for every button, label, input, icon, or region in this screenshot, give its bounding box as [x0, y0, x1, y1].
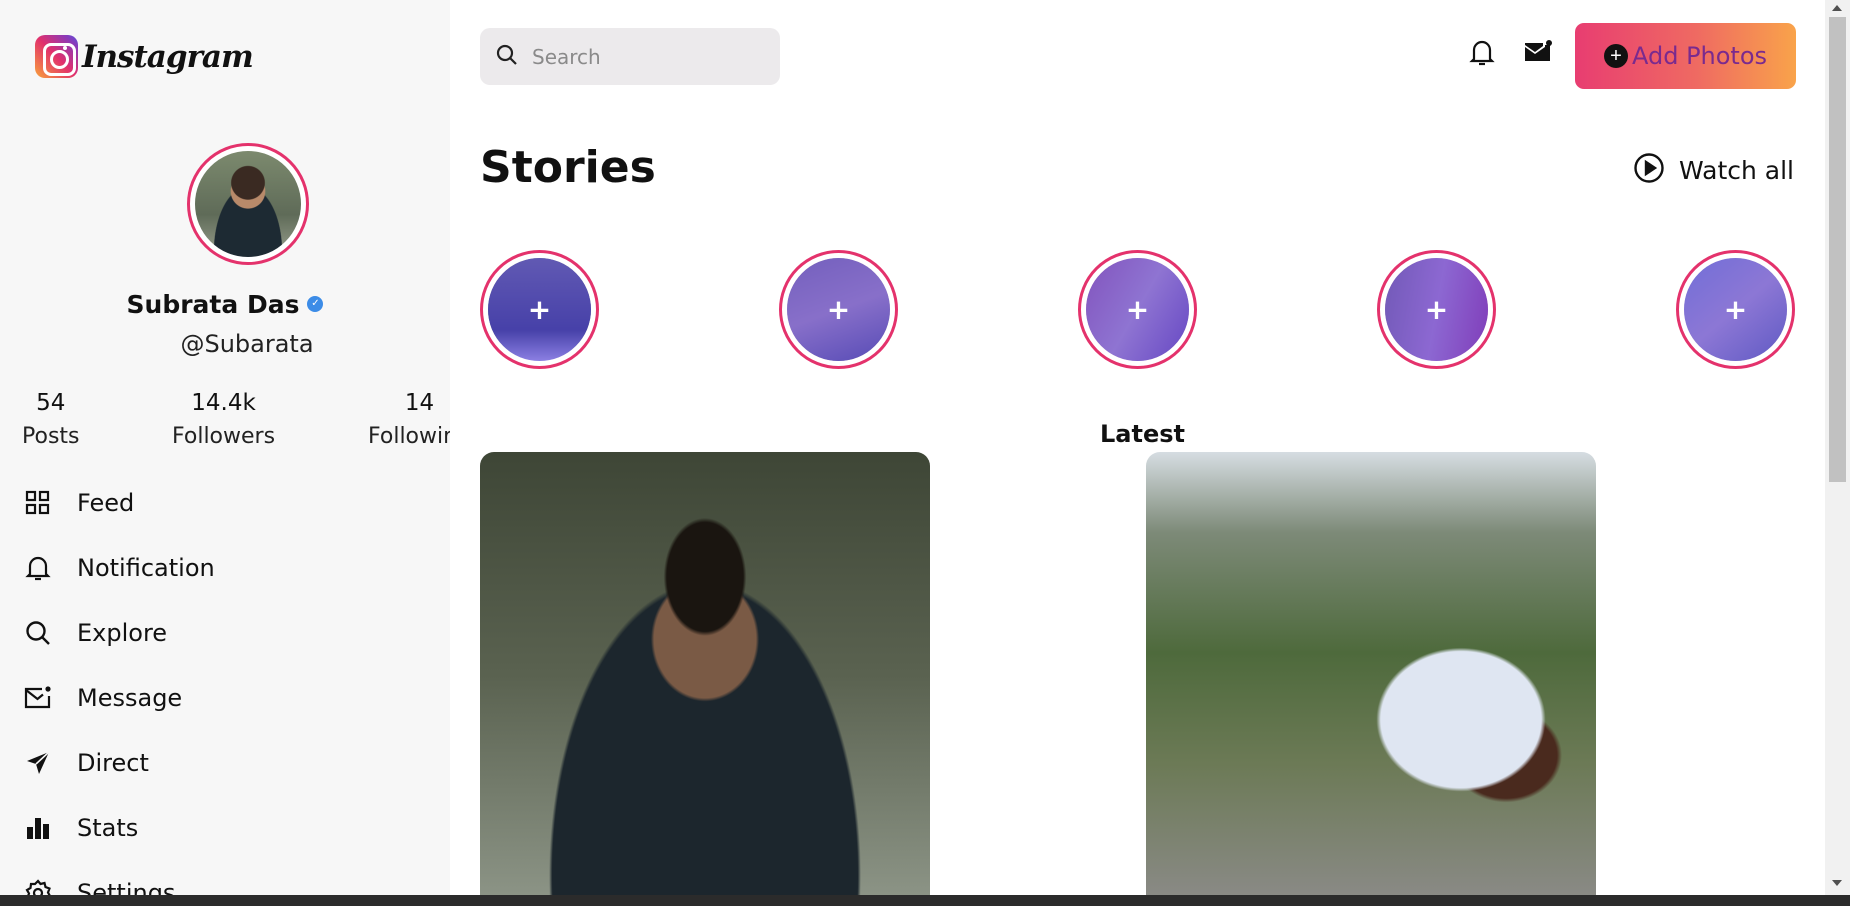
sidebar-item-notification[interactable]: Notification: [24, 535, 215, 600]
story-item[interactable]: +: [1078, 250, 1197, 369]
add-photos-label: Add Photos: [1631, 42, 1768, 70]
profile-name: Subrata Das: [126, 290, 300, 319]
story-add-plus: +: [826, 293, 851, 326]
sidebar-item-label: Direct: [77, 748, 149, 777]
sidebar-item-direct[interactable]: Direct: [24, 730, 215, 795]
sidebar-item-label: Settings: [77, 878, 176, 896]
stat-followers-value: 14.4k: [191, 390, 256, 416]
story-image: +: [1086, 258, 1189, 361]
window-bottom-bar: [0, 895, 1850, 906]
search-icon: [24, 619, 52, 647]
story-image: +: [787, 258, 890, 361]
stat-following[interactable]: 14 Following: [368, 390, 450, 449]
sidebar-item-label: Explore: [77, 618, 168, 647]
plus-circle-icon: +: [1603, 44, 1628, 68]
instagram-logo-icon: [35, 35, 78, 78]
story-add-plus: +: [1424, 293, 1449, 326]
sidebar-item-message[interactable]: Message: [24, 665, 215, 730]
mail-icon[interactable]: [1522, 36, 1554, 68]
watch-all-button[interactable]: Watch all: [1633, 152, 1794, 188]
story-item[interactable]: +: [779, 250, 898, 369]
scroll-down-arrow-icon[interactable]: [1832, 880, 1842, 886]
grid-icon: [24, 489, 52, 517]
brand-name: Instagram: [82, 38, 254, 75]
story-item[interactable]: +: [480, 250, 599, 369]
stat-followers-label: Followers: [172, 424, 276, 449]
sidebar-nav: Feed Notification Explore Message Direct: [24, 470, 215, 895]
add-photos-button[interactable]: + Add Photos: [1575, 23, 1796, 89]
main-content: + Add Photos Stories Watch all + + + + +…: [450, 0, 1825, 898]
sidebar-item-label: Stats: [77, 813, 139, 842]
story-image: +: [488, 258, 591, 361]
profile-name-row: Subrata Das ✓: [0, 290, 450, 319]
stat-posts-value: 54: [36, 390, 66, 416]
send-icon: [24, 749, 52, 777]
sidebar-item-explore[interactable]: Explore: [24, 600, 215, 665]
story-add-plus: +: [1125, 293, 1150, 326]
profile-avatar-image: [195, 151, 301, 257]
mail-icon: [24, 684, 52, 712]
post-card[interactable]: [1146, 452, 1596, 898]
story-add-plus: +: [1723, 293, 1748, 326]
bell-icon: [24, 554, 52, 582]
verified-check-icon: ✓: [307, 296, 324, 312]
sidebar-item-feed[interactable]: Feed: [24, 470, 215, 535]
play-circle-icon: [1633, 152, 1665, 188]
search-input[interactable]: [532, 44, 762, 69]
sidebar-item-label: Message: [77, 683, 183, 712]
sidebar-item-settings[interactable]: Settings: [24, 860, 215, 895]
stat-following-label: Following: [368, 424, 450, 449]
scroll-thumb[interactable]: [1829, 17, 1846, 482]
header-icons: [1466, 36, 1554, 68]
gear-icon: [24, 878, 52, 895]
story-image: +: [1385, 258, 1488, 361]
stat-followers[interactable]: 14.4k Followers: [172, 390, 275, 449]
bell-icon[interactable]: [1466, 36, 1498, 68]
watch-all-label: Watch all: [1679, 155, 1794, 185]
profile-avatar[interactable]: [187, 143, 309, 265]
bar-chart-icon: [24, 814, 52, 842]
latest-heading: Latest: [1100, 420, 1185, 448]
sidebar: Instagram Subrata Das ✓ @Subarata 54 Post…: [0, 0, 450, 895]
post-card[interactable]: [480, 452, 930, 898]
scrollbar[interactable]: [1825, 0, 1850, 895]
story-image: +: [1684, 258, 1787, 361]
sidebar-item-label: Notification: [77, 553, 215, 582]
search-icon: [496, 44, 518, 70]
search-box[interactable]: [480, 28, 780, 85]
story-item[interactable]: +: [1676, 250, 1795, 369]
stat-posts-label: Posts: [22, 424, 80, 449]
profile-handle: @Subarata: [180, 330, 314, 358]
story-item[interactable]: +: [1377, 250, 1496, 369]
brand[interactable]: Instagram: [35, 35, 254, 78]
story-add-plus: +: [527, 293, 552, 326]
stat-following-value: 14: [404, 390, 435, 416]
stat-posts[interactable]: 54 Posts: [22, 390, 80, 449]
sidebar-item-stats[interactable]: Stats: [24, 795, 215, 860]
sidebar-item-label: Feed: [77, 488, 135, 517]
stories-title: Stories: [480, 142, 656, 193]
scroll-up-arrow-icon[interactable]: [1832, 5, 1842, 11]
